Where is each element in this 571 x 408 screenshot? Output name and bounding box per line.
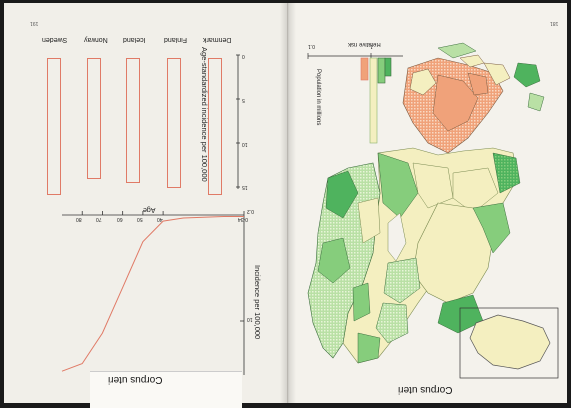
map-region-iceland [469,314,551,370]
line-y-tick-10: 10 [247,316,253,322]
x-tick-label: 50 [136,216,143,222]
left-page: 191 Age-standardized incidence per 100,0… [4,3,288,408]
line-y-tick-0: 0.2 [247,208,254,214]
left-page-section-title: Corpus uteri [108,374,163,385]
line-chart [61,211,245,375]
x-tick-label: 80 [76,216,82,222]
x-tick-label: 0-34 [238,216,249,222]
x-tick-label: 60 [116,216,123,222]
right-page: 181 Relative risk 0.1 1 Population in mi… [288,3,567,403]
x-tick-label: 40 [157,216,163,222]
line-series [61,216,244,372]
right-page-title: Corpus uteri [398,384,453,395]
nordic-map [307,42,559,379]
x-tick-label: 70 [96,216,102,222]
book-spread: 191 Age-standardized incidence per 100,0… [4,3,567,408]
line-chart-xlabel: Age [143,206,156,213]
